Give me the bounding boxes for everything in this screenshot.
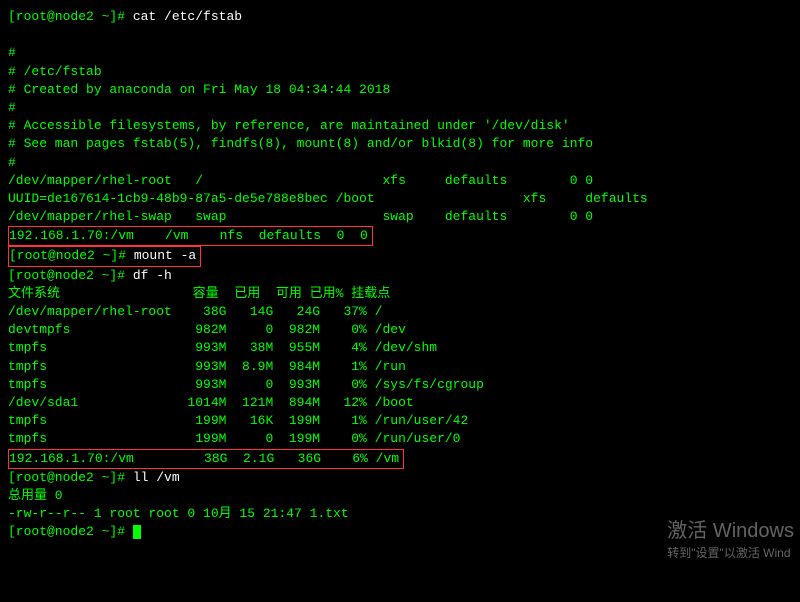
prompt: [root@node2 ~]#: [8, 268, 133, 283]
prompt-line: [root@node2 ~]# df -h: [8, 267, 792, 285]
fstab-comment: #: [8, 99, 792, 117]
df-row: tmpfs 199M 0 199M 0% /run/user/0: [8, 430, 792, 448]
cmd-df: df -h: [133, 268, 172, 283]
ll-total: 总用量 0: [8, 487, 792, 505]
fstab-entry: UUID=de167614-1cb9-48b9-87a5-de5e788e8be…: [8, 190, 792, 208]
windows-activation-watermark: 激活 Windows 转到"设置"以激活 Wind: [667, 517, 794, 562]
prompt: [root@node2 ~]#: [8, 470, 133, 485]
df-nfs-highlight: 192.168.1.70:/vm 38G 2.1G 36G 6% /vm: [8, 449, 404, 469]
fstab-comment: # /etc/fstab: [8, 63, 792, 81]
df-row: /dev/sda1 1014M 121M 894M 12% /boot: [8, 394, 792, 412]
df-row: tmpfs 199M 16K 199M 1% /run/user/42: [8, 412, 792, 430]
fstab-comment: # See man pages fstab(5), findfs(8), mou…: [8, 135, 792, 153]
prompt: [root@node2 ~]#: [9, 248, 134, 263]
fstab-entry: /dev/mapper/rhel-swap swap swap defaults…: [8, 208, 792, 226]
fstab-comment: #: [8, 44, 792, 62]
fstab-nfs-highlight: 192.168.1.70:/vm /vm nfs defaults 0 0: [8, 226, 373, 246]
cursor-icon: [133, 525, 141, 539]
fstab-comment: #: [8, 154, 792, 172]
prompt-line: [root@node2 ~]# ll /vm: [8, 469, 792, 487]
fstab-comment: # Accessible filesystems, by reference, …: [8, 117, 792, 135]
mount-cmd-highlight: [root@node2 ~]# mount -a: [8, 246, 201, 266]
fstab-comment: # Created by anaconda on Fri May 18 04:3…: [8, 81, 792, 99]
prompt-line: [root@node2 ~]# cat /etc/fstab: [8, 8, 792, 26]
watermark-title: 激活 Windows: [667, 517, 794, 545]
cmd-cat: cat /etc/fstab: [133, 9, 242, 24]
df-row: /dev/mapper/rhel-root 38G 14G 24G 37% /: [8, 303, 792, 321]
cmd-mount: mount -a: [134, 248, 196, 263]
df-row: tmpfs 993M 8.9M 984M 1% /run: [8, 358, 792, 376]
df-row: tmpfs 993M 0 993M 0% /sys/fs/cgroup: [8, 376, 792, 394]
watermark-subtitle: 转到"设置"以激活 Wind: [667, 545, 794, 562]
df-row: tmpfs 993M 38M 955M 4% /dev/shm: [8, 339, 792, 357]
fstab-entry: /dev/mapper/rhel-root / xfs defaults 0 0: [8, 172, 792, 190]
blank-line: [8, 26, 792, 44]
cmd-ll: ll /vm: [133, 470, 180, 485]
prompt: [root@node2 ~]#: [8, 524, 133, 539]
df-header: 文件系统 容量 已用 可用 已用% 挂载点: [8, 285, 792, 303]
prompt: [root@node2 ~]#: [8, 9, 133, 24]
df-row: devtmpfs 982M 0 982M 0% /dev: [8, 321, 792, 339]
